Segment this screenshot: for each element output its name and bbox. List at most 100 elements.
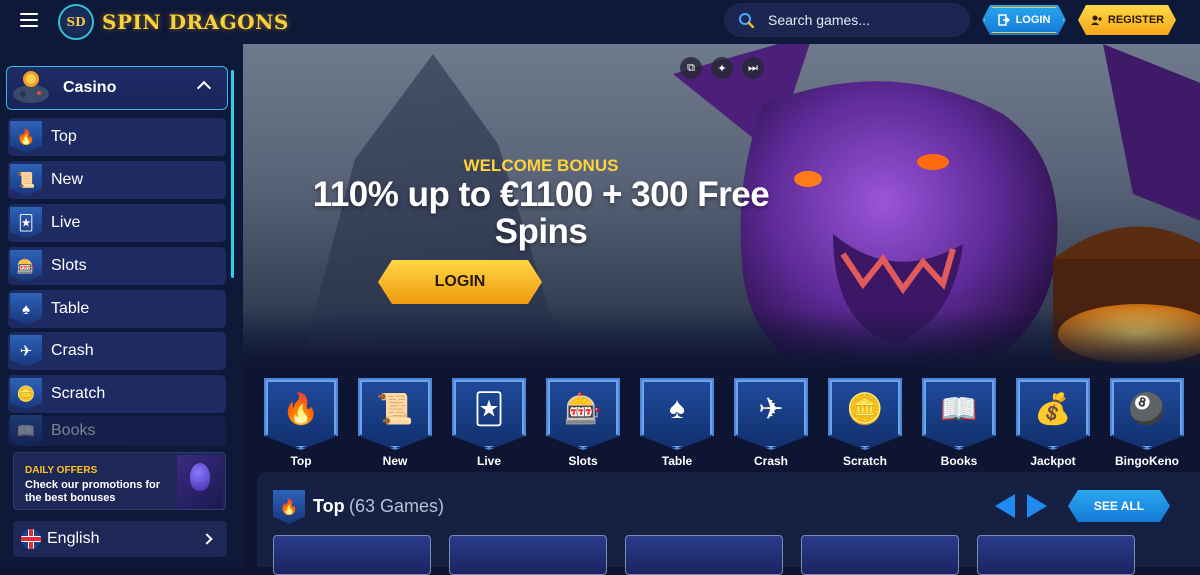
bonus-kicker: WELCOME BONUS	[463, 156, 619, 175]
casino-section-label: Casino	[63, 79, 117, 96]
search-icon	[739, 13, 754, 28]
sidebar-item-live[interactable]: 🃏 Live	[8, 204, 226, 242]
login-label: LOGIN	[1015, 14, 1051, 26]
category-label: Top	[290, 454, 312, 468]
plane-icon: ✈	[758, 393, 784, 426]
hero-controls: ⧉ ✦ ⏭	[680, 57, 764, 79]
flame-icon: 🔥	[10, 121, 42, 153]
search-placeholder: Search games...	[768, 12, 870, 28]
language-selector[interactable]: English	[13, 521, 227, 557]
game-thumbnail[interactable]	[449, 535, 607, 575]
sidebar-item-new[interactable]: 📜 New	[8, 161, 226, 199]
see-all-button[interactable]: SEE ALL	[1068, 490, 1170, 522]
scroll-icon: 📜	[376, 393, 414, 426]
plane-icon: ✈	[10, 335, 42, 367]
skip-forward-icon[interactable]: ⏭	[742, 57, 764, 79]
category-slots[interactable]: 🎰 Slots	[546, 378, 620, 468]
uk-flag-icon	[21, 529, 41, 549]
slot-machine-icon: 🎰	[564, 393, 602, 426]
login-icon	[998, 14, 1010, 26]
coin-icon: 🪙	[10, 378, 42, 410]
sidebar-item-label: Slots	[51, 257, 87, 274]
book-icon: 📖	[940, 393, 978, 426]
sidebar-item-slots[interactable]: 🎰 Slots	[8, 247, 226, 285]
coin-icon: 🪙	[846, 393, 884, 426]
category-label: Books	[940, 454, 978, 468]
bingo-balls-icon: 🎱	[1128, 393, 1166, 426]
sidebar-item-label: Table	[51, 300, 90, 317]
site-logo[interactable]: SD SPIN DRAGONS	[58, 4, 289, 40]
arrow-left-icon[interactable]	[995, 494, 1015, 518]
flame-icon: 🔥	[282, 393, 320, 426]
search-input[interactable]: Search games...	[724, 3, 970, 37]
flame-icon: 🔥	[273, 490, 305, 524]
hero-banner: ⧉ ✦ ⏭ WELCOME BONUS 110% up to €1100 + 3…	[243, 44, 1200, 370]
category-label: New	[382, 454, 408, 468]
sidebar-item-table[interactable]: ♠ Table	[8, 290, 226, 328]
slot-machine-icon: 🎰	[10, 250, 42, 282]
category-label: Live	[476, 454, 501, 468]
category-books[interactable]: 📖 Books	[922, 378, 996, 468]
category-top[interactable]: 🔥 Top	[264, 378, 338, 468]
sidebar-item-crash[interactable]: ✈ Crash	[8, 332, 226, 370]
category-label: Crash	[753, 454, 788, 468]
sidebar-item-label: Live	[51, 214, 81, 231]
daily-offers-card[interactable]: DAILY OFFERS Check our promotions for th…	[13, 452, 226, 510]
sidebar-item-books[interactable]: 📖 Books	[8, 415, 226, 447]
arrow-right-icon[interactable]	[1027, 494, 1047, 518]
category-scratch[interactable]: 🪙 Scratch	[828, 378, 902, 468]
table-cards-icon: ♠	[10, 293, 42, 325]
table-cards-icon: ♠	[669, 392, 685, 425]
register-label: REGISTER	[1107, 14, 1165, 26]
game-thumbnail[interactable]	[273, 535, 431, 575]
category-live[interactable]: 🃏 Live	[452, 378, 526, 468]
book-icon: 📖	[10, 415, 42, 447]
chevron-up-icon	[196, 80, 212, 96]
sparkle-icon[interactable]: ✦	[711, 57, 733, 79]
hero-bottom-fade	[243, 310, 1200, 370]
logo-text: SPIN DRAGONS	[102, 10, 289, 34]
casino-section-toggle[interactable]: Casino	[6, 66, 228, 110]
sidebar-item-label: Crash	[51, 342, 94, 359]
category-new[interactable]: 📜 New	[358, 378, 432, 468]
category-label: Scratch	[842, 454, 888, 468]
game-thumbnail[interactable]	[977, 535, 1135, 575]
category-shelf: 🔥 Top 📜 New 🃏 Live 🎰 Slots ♠ Table ✈ Cra…	[264, 378, 1184, 468]
category-label: BingoKeno	[1115, 454, 1179, 468]
chevron-right-icon	[201, 533, 213, 545]
menu-icon[interactable]	[20, 13, 38, 27]
game-thumbnail[interactable]	[625, 535, 783, 575]
sidebar-item-label: New	[51, 171, 84, 188]
category-bingokeno[interactable]: 🎱 BingoKeno	[1110, 378, 1184, 468]
category-jackpot[interactable]: 💰 Jackpot	[1016, 378, 1090, 468]
cards-icon: 🃏	[473, 393, 505, 426]
money-bag-icon: 💰	[1034, 393, 1072, 426]
top-bar: SD SPIN DRAGONS Search games... LOGIN RE…	[0, 0, 1200, 44]
category-crash[interactable]: ✈ Crash	[734, 378, 808, 468]
category-table[interactable]: ♠ Table	[640, 378, 714, 468]
category-label: Table	[661, 454, 693, 468]
sidebar-item-top[interactable]: 🔥 Top	[8, 118, 226, 156]
hero-login-button[interactable]: LOGIN	[378, 260, 542, 304]
offers-title: DAILY OFFERS	[25, 465, 98, 476]
game-thumbnails	[273, 535, 1135, 575]
game-thumbnail[interactable]	[801, 535, 959, 575]
category-label: Slots	[568, 454, 598, 468]
scroll-icon: 📜	[10, 164, 42, 196]
sidebar-item-label: Top	[51, 128, 77, 145]
offers-description: Check our promotions for the best bonuse…	[25, 479, 161, 504]
copy-icon[interactable]: ⧉	[680, 57, 702, 79]
bonus-headline: 110% up to €1100 + 300 Free Spins	[312, 175, 770, 251]
games-count: (63 Games)	[349, 496, 445, 516]
login-button[interactable]: LOGIN	[982, 5, 1066, 35]
category-label: Jackpot	[1030, 454, 1076, 468]
dragon-egg-icon	[177, 455, 223, 509]
add-user-icon	[1090, 14, 1102, 26]
sidebar-item-scratch[interactable]: 🪙 Scratch	[8, 375, 226, 413]
section-title: Top	[313, 496, 345, 516]
sidebar-item-label: Books	[51, 422, 96, 439]
cards-icon: 🃏	[10, 207, 42, 239]
register-button[interactable]: REGISTER	[1078, 5, 1176, 35]
sidebar-item-label: Scratch	[51, 385, 106, 402]
sidebar-scrollbar[interactable]	[231, 70, 234, 278]
